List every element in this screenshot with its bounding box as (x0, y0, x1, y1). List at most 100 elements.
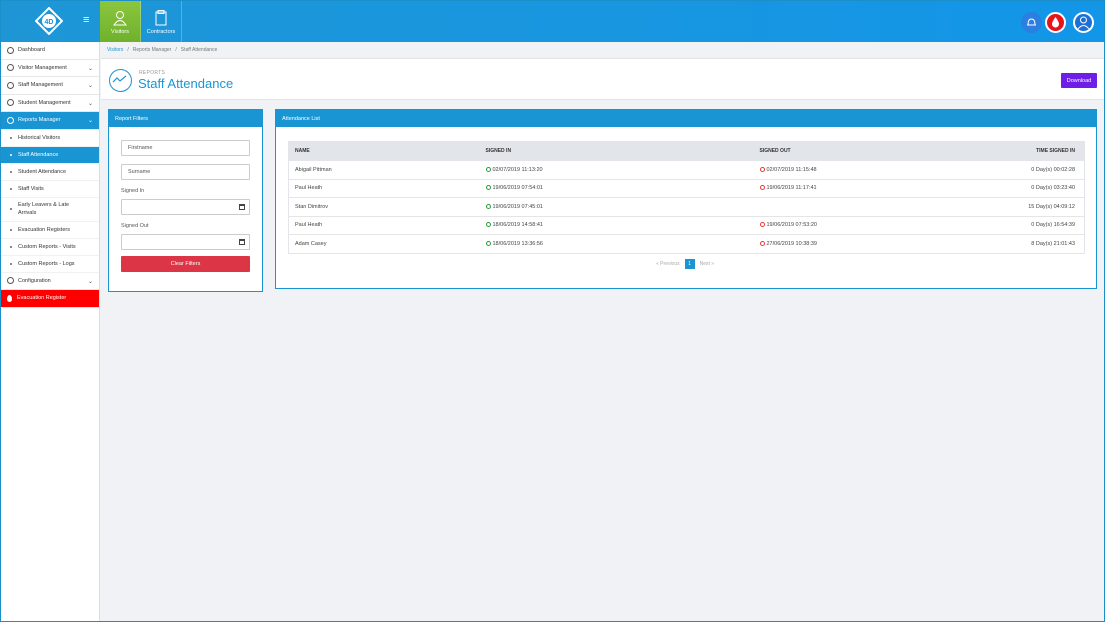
column-header-time-signed-in[interactable]: TIME SIGNED IN (993, 141, 1085, 161)
pagination: « Previous 1 Next » (656, 259, 714, 269)
calendar-icon[interactable] (239, 239, 245, 245)
signed-out-value: 02/07/2019 11:15:48 (766, 166, 817, 173)
breadcrumb-current: Staff Attendance (180, 47, 218, 53)
sidebar-item-evacuation-register[interactable]: Evacuation Register (1, 290, 99, 308)
table-row[interactable]: Abigail Pittman 02/07/2019 11:13:20 02/0… (288, 160, 1085, 180)
chevron-down-icon: ⌄ (87, 65, 93, 72)
sign-in-icon (485, 203, 491, 209)
calendar-icon[interactable] (239, 204, 245, 210)
dashboard-icon (7, 46, 14, 54)
bullet-icon (10, 208, 12, 210)
tab-label: Visitors (111, 29, 129, 35)
cell-time-signed-in: 0 Day(s) 00:02:28 (993, 160, 1085, 180)
staff-icon (7, 81, 14, 89)
sidebar-subitem-custom-reports-logs[interactable]: Custom Reports - Logs (1, 256, 99, 273)
sidebar-subitem-label: Early Leavers & Late Arrivals (18, 202, 70, 216)
sidebar-subitem-custom-reports-visits[interactable]: Custom Reports - Visits (1, 239, 99, 256)
table-row[interactable]: Paul Heath 18/06/2019 14:58:41 19/06/201… (288, 216, 1085, 235)
sidebar-subitem-historical-visitors[interactable]: Historical Visitors (1, 130, 99, 147)
cell-signed-in: 19/06/2019 07:54:01 (479, 179, 754, 198)
sidebar-item-visitor-management[interactable]: Visitor Management ⌄ (1, 60, 99, 77)
sidebar-item-staff-management[interactable]: Staff Management ⌄ (1, 77, 99, 95)
sidebar-subitem-staff-attendance[interactable]: Staff Attendance (1, 146, 99, 164)
reports-icon (7, 116, 14, 124)
table-row[interactable]: Paul Heath 19/06/2019 07:54:01 19/06/201… (288, 179, 1085, 198)
chevron-down-icon: ⌄ (87, 83, 93, 89)
cell-time-signed-in: 0 Day(s) 03:23:40 (993, 179, 1085, 198)
column-header-signed-out[interactable]: SIGNED OUT (753, 141, 994, 161)
pagination-page-1[interactable]: 1 (684, 259, 695, 269)
signed-in-value: 02/07/2019 11:13:20 (492, 166, 543, 173)
bullet-icon (10, 153, 12, 156)
clipboard-icon (155, 10, 167, 26)
sidebar-subitem-student-attendance[interactable]: Student Attendance (1, 164, 99, 181)
sidebar-item-label: Staff Management (18, 82, 63, 89)
signed-out-label: Signed Out (121, 223, 149, 229)
sign-out-icon (759, 240, 765, 246)
tab-visitors[interactable]: Visitors (100, 1, 141, 42)
sidebar-item-label: Dashboard (18, 47, 45, 54)
chevron-down-icon: ⌄ (87, 278, 93, 285)
sidebar-item-configuration[interactable]: Configuration ⌄ (1, 273, 99, 290)
signed-in-date-field[interactable] (121, 199, 250, 215)
sidebar-item-student-management[interactable]: Student Management ⌄ (1, 95, 99, 112)
cell-signed-in: 18/06/2019 13:36:56 (479, 234, 754, 254)
clear-filters-button[interactable]: Clear Filters (121, 256, 250, 272)
sidebar-subitem-early-leavers[interactable]: Early Leavers & Late Arrivals (1, 198, 99, 222)
cell-signed-out: 27/06/2019 10:38:39 (753, 234, 994, 254)
signed-out-date-field[interactable] (121, 234, 250, 250)
sidebar-item-label: Student Management (18, 99, 71, 106)
breadcrumb-link-reports-manager[interactable]: Reports Manager (133, 47, 172, 53)
cell-signed-in: 19/06/2019 07:45:01 (479, 197, 754, 217)
column-header-name[interactable]: NAME (288, 141, 480, 161)
column-header-signed-in[interactable]: SIGNED IN (479, 141, 754, 161)
chevron-down-icon: ⌄ (87, 118, 93, 124)
evacuation-drop-icon[interactable] (1045, 12, 1066, 33)
page-title: Staff Attendance (138, 76, 234, 91)
cell-time-signed-in: 15 Day(s) 04:09:12 (993, 197, 1085, 217)
table-row[interactable]: Stan Dimitrov 19/06/2019 07:45:01 15 Day… (288, 197, 1085, 217)
pagination-previous[interactable]: « Previous (656, 261, 680, 267)
sidebar-subitem-staff-visits[interactable]: Staff Visits (1, 181, 99, 198)
menu-toggle-icon[interactable]: ≡ (83, 14, 89, 26)
pagination-next[interactable]: Next » (700, 261, 714, 267)
attendance-table: NAME SIGNED IN SIGNED OUT TIME SIGNED IN… (288, 141, 1085, 254)
cell-time-signed-in: 0 Day(s) 16:54:39 (993, 216, 1085, 235)
svg-text:4D: 4D (45, 19, 54, 26)
cell-signed-out: 02/07/2019 11:15:48 (753, 160, 994, 180)
bullet-icon (10, 245, 12, 248)
app-frame: 4D ≡ Visitors Contractors Dashboard Visi… (0, 0, 1105, 622)
sign-out-icon (759, 166, 765, 172)
sidebar-item-label: Reports Manager (18, 117, 61, 124)
bullet-icon (10, 170, 12, 173)
table-row[interactable]: Adam Casey 18/06/2019 13:36:56 27/06/201… (288, 234, 1085, 254)
sidebar-item-reports-manager[interactable]: Reports Manager ⌄ (1, 112, 99, 130)
sign-in-icon (485, 166, 491, 172)
sign-out-icon (759, 222, 765, 228)
tab-contractors[interactable]: Contractors (141, 1, 182, 42)
4d-logo[interactable]: 4D (35, 7, 63, 35)
cell-signed-in: 18/06/2019 14:58:41 (479, 216, 754, 235)
breadcrumb-link-visitors[interactable]: Visitors (107, 47, 123, 53)
download-button[interactable]: Download (1061, 73, 1097, 88)
panel-title: Report Filters (109, 110, 262, 127)
cell-name: Paul Heath (288, 179, 480, 198)
signed-in-value: 19/06/2019 07:45:01 (492, 203, 543, 210)
sidebar-subitem-label: Historical Visitors (18, 134, 61, 141)
user-avatar-icon[interactable] (1073, 12, 1094, 33)
sidebar-subitem-evacuation-registers[interactable]: Evacuation Registers (1, 222, 99, 239)
notifications-bell-icon[interactable] (1021, 12, 1042, 33)
chevron-down-icon: ⌄ (87, 100, 93, 107)
sign-in-icon (485, 240, 491, 246)
sidebar-item-dashboard[interactable]: Dashboard (1, 42, 99, 60)
sidebar-item-label: Evacuation Register (17, 295, 67, 302)
cell-name: Abigail Pittman (288, 160, 480, 180)
signed-in-value: 18/06/2019 13:36:56 (492, 240, 543, 247)
sign-out-icon (759, 185, 765, 191)
firstname-input[interactable]: Firstname (121, 140, 250, 156)
reports-chart-icon (109, 69, 132, 92)
surname-input[interactable]: Surname (121, 164, 250, 180)
bullet-icon (10, 228, 12, 231)
cell-signed-in: 02/07/2019 11:13:20 (479, 160, 754, 180)
sidebar-subitem-label: Custom Reports - Visits (18, 243, 76, 250)
